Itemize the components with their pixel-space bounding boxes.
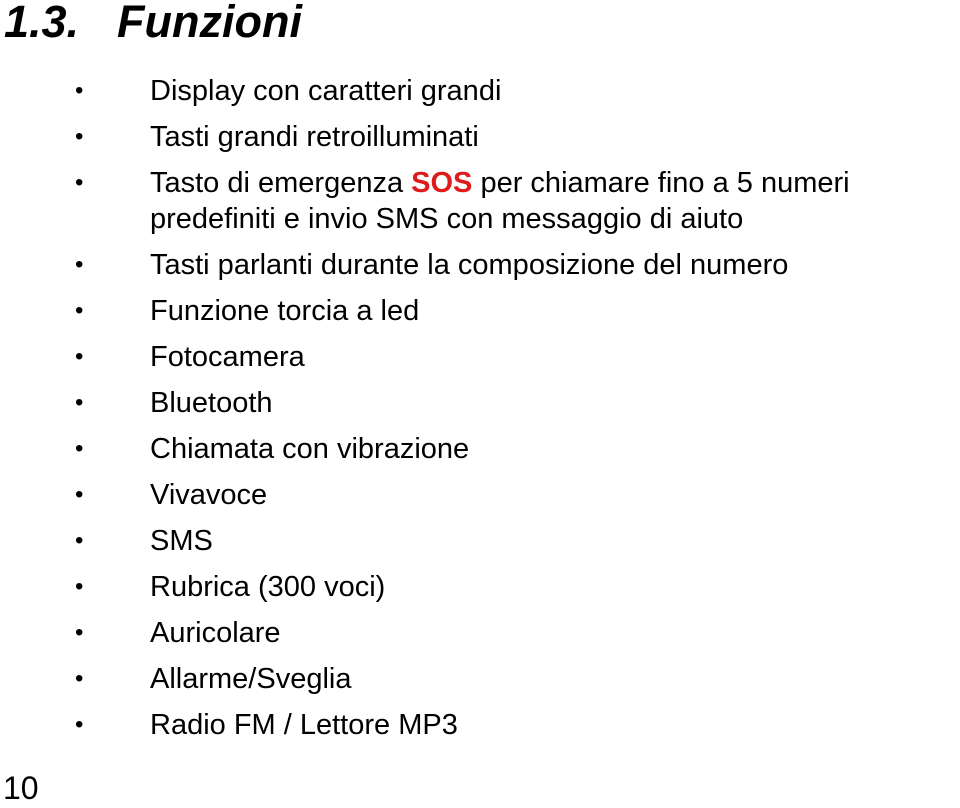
bullet-icon: • [75, 389, 84, 416]
list-item-text: Bluetooth [150, 387, 273, 419]
list-item-text: Fotocamera [150, 341, 305, 373]
bullet-icon: • [75, 573, 84, 600]
list-item: • Tasto di emergenza SOS per chiamare fin… [0, 160, 960, 242]
bullet-icon: • [75, 77, 84, 104]
list-item-text: Tasti grandi retroilluminati [150, 121, 479, 153]
page-number: 10 [3, 770, 39, 806]
bullet-icon: • [75, 481, 84, 508]
list-item-text: SMS [150, 525, 213, 557]
list-item-text: Auricolare [150, 617, 281, 649]
list-item: • Radio FM / Lettore MP3 [0, 702, 960, 748]
list-item: • SMS [0, 518, 960, 564]
list-item: • Display con caratteri grandi [0, 68, 960, 114]
section-heading: 1.3. Funzioni [4, 0, 302, 48]
list-item: • Vivavoce [0, 472, 960, 518]
bullet-icon: • [75, 343, 84, 370]
list-item: • Funzione torcia a led [0, 288, 960, 334]
bullet-icon: • [75, 435, 84, 462]
list-item: • Allarme/Sveglia [0, 656, 960, 702]
bullet-icon: • [75, 123, 84, 150]
list-item-text: Tasto di emergenza SOS per chiamare fino… [150, 160, 960, 242]
bullet-icon: • [75, 251, 84, 278]
list-item-text: Tasti parlanti durante la composizione d… [150, 249, 789, 281]
list-item: • Chiamata con vibrazione [0, 426, 960, 472]
list-item: • Tasti parlanti durante la composizione … [0, 242, 960, 288]
bullet-icon: • [75, 711, 84, 738]
bullet-icon: • [75, 297, 84, 324]
list-item-text: Display con caratteri grandi [150, 75, 502, 107]
list-item-text: Allarme/Sveglia [150, 663, 352, 695]
list-item-text: Chiamata con vibrazione [150, 433, 470, 465]
bullet-icon: • [75, 169, 84, 196]
list-item: • Fotocamera [0, 334, 960, 380]
list-item: • Bluetooth [0, 380, 960, 426]
list-item-text: Rubrica (300 voci) [150, 571, 386, 603]
bullet-icon: • [75, 665, 84, 692]
list-item-text: Funzione torcia a led [150, 295, 420, 327]
list-item-text: Radio FM / Lettore MP3 [150, 709, 458, 741]
features-list: • Display con caratteri grandi • Tasti gra… [0, 68, 960, 748]
section-number: 1.3. [4, 0, 80, 47]
text-segment: Tasto di emergenza [150, 167, 412, 199]
list-item: • Rubrica (300 voci) [0, 564, 960, 610]
bullet-icon: • [75, 527, 84, 554]
sos-highlight: SOS [411, 167, 473, 199]
bullet-icon: • [75, 619, 84, 646]
list-item: • Tasti grandi retroilluminati [0, 114, 960, 160]
list-item-text: Vivavoce [150, 479, 268, 511]
section-title: Funzioni [117, 0, 302, 47]
list-item: • Auricolare [0, 610, 960, 656]
